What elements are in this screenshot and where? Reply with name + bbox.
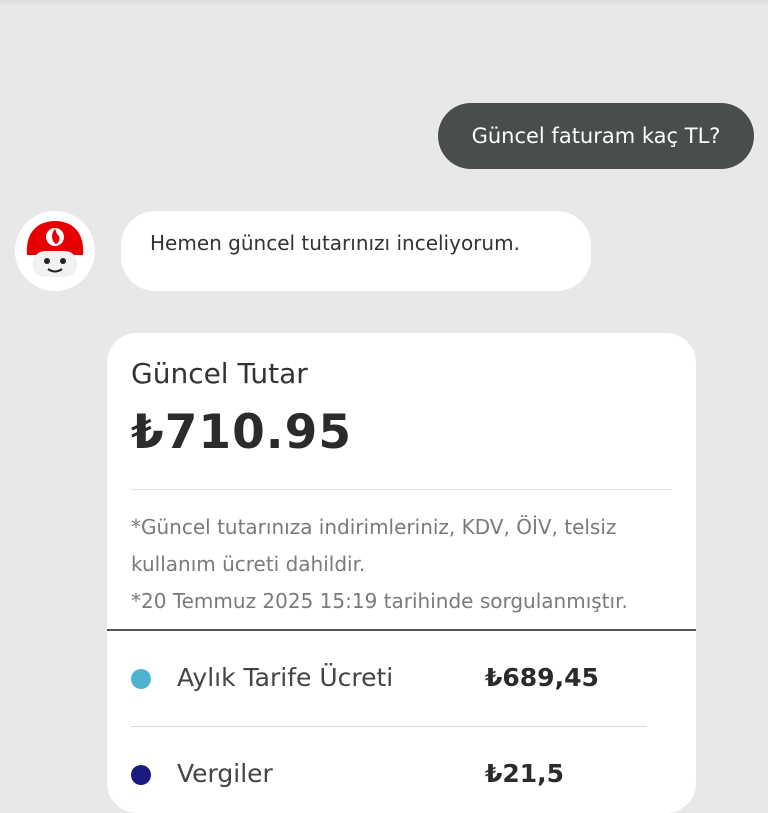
bill-item-dot — [131, 765, 151, 785]
bill-item-row: Vergiler ₺21,5 — [131, 755, 651, 795]
tax-note: *Güncel tutarınıza indirimleriniz, KDV, … — [131, 515, 617, 576]
bot-message-text: Hemen güncel tutarınızı inceliyorum. — [150, 231, 520, 255]
bill-item-label: Vergiler — [177, 759, 273, 788]
top-shadow — [0, 0, 768, 6]
user-message-bubble: Güncel faturam kaç TL? — [438, 103, 754, 169]
bill-item-label: Aylık Tarife Ücreti — [177, 663, 394, 692]
bill-item-row: Aylık Tarife Ücreti ₺689,45 — [131, 659, 651, 699]
bill-item-value: ₺689,45 — [485, 663, 599, 692]
vodafone-mascot-icon — [15, 211, 95, 291]
user-message-text: Güncel faturam kaç TL? — [471, 124, 721, 148]
bill-item-dot — [131, 669, 151, 689]
bill-items-list: Aylık Tarife Ücreti ₺689,45 Vergiler ₺21… — [107, 631, 696, 788]
query-date-note: *20 Temmuz 2025 15:19 tarihinde sorgulan… — [131, 589, 628, 613]
bill-item-value: ₺21,5 — [485, 759, 565, 788]
card-divider — [131, 489, 672, 490]
bot-avatar — [15, 211, 95, 291]
row-divider — [131, 726, 647, 727]
current-amount: ₺710.95 — [131, 405, 353, 460]
bot-message-bubble: Hemen güncel tutarınızı inceliyorum. — [121, 211, 591, 291]
card-title: Güncel Tutar — [131, 357, 308, 390]
